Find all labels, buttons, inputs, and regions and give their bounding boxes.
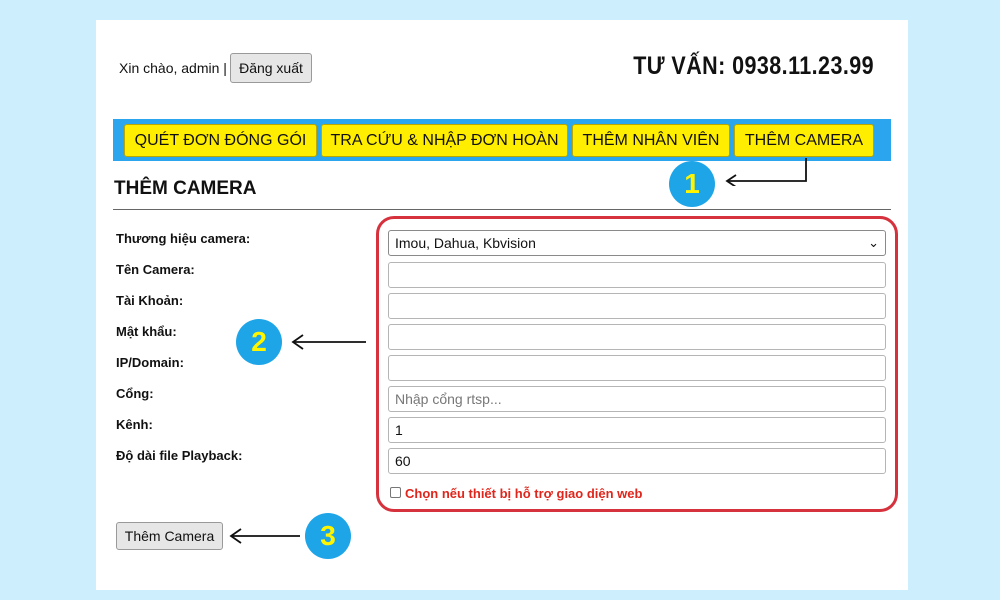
greeting-text: Xin chào, admin | <box>119 60 227 76</box>
step-3-badge: 3 <box>305 513 351 559</box>
page-title: THÊM CAMERA <box>114 178 257 199</box>
chevron-down-icon: ⌄ <box>868 235 879 250</box>
step-1-badge: 1 <box>669 161 715 207</box>
nav-scan-packing-button[interactable]: QUÉT ĐƠN ĐÓNG GÓI <box>124 124 317 157</box>
channel-input[interactable] <box>388 417 886 443</box>
step-2-arrow-icon <box>291 334 366 350</box>
step-2-badge: 2 <box>236 319 282 365</box>
playback-length-label: Độ dài file Playback: <box>116 448 243 463</box>
ip-domain-input[interactable] <box>388 355 886 381</box>
channel-label: Kênh: <box>116 417 153 432</box>
brand-select-value: Imou, Dahua, Kbvision <box>395 235 536 251</box>
logout-button[interactable]: Đăng xuất <box>230 53 312 83</box>
camera-name-label: Tên Camera: <box>116 262 195 277</box>
password-label: Mật khẩu: <box>116 324 177 339</box>
nav-bar: QUÉT ĐƠN ĐÓNG GÓI TRA CỨU & NHẬP ĐƠN HOÀ… <box>113 119 891 161</box>
brand-select[interactable]: Imou, Dahua, Kbvision ⌄ <box>388 230 886 256</box>
account-label: Tài Khoản: <box>116 293 184 308</box>
add-camera-submit-button[interactable]: Thêm Camera <box>116 522 223 550</box>
port-input[interactable] <box>388 386 886 412</box>
title-divider <box>113 209 891 210</box>
nav-returns-button[interactable]: TRA CỨU & NHẬP ĐƠN HOÀN <box>321 124 568 157</box>
step-1-arrow-icon <box>725 158 807 186</box>
web-support-label[interactable]: Chọn nếu thiết bị hỗ trợ giao diện web <box>405 486 642 501</box>
nav-add-camera-button[interactable]: THÊM CAMERA <box>734 124 874 157</box>
content-panel: Xin chào, admin | Đăng xuất TƯ VẤN: 0938… <box>96 20 908 590</box>
hotline-text: TƯ VẤN: 0938.11.23.99 <box>633 52 874 80</box>
port-label: Cổng: <box>116 386 154 401</box>
web-support-checkbox[interactable] <box>390 487 401 498</box>
account-input[interactable] <box>388 293 886 319</box>
nav-add-staff-button[interactable]: THÊM NHÂN VIÊN <box>572 124 730 157</box>
password-input[interactable] <box>388 324 886 350</box>
step-3-arrow-icon <box>229 528 300 544</box>
brand-label: Thương hiệu camera: <box>116 231 251 246</box>
playback-length-input[interactable] <box>388 448 886 474</box>
camera-name-input[interactable] <box>388 262 886 288</box>
ip-domain-label: IP/Domain: <box>116 355 184 370</box>
